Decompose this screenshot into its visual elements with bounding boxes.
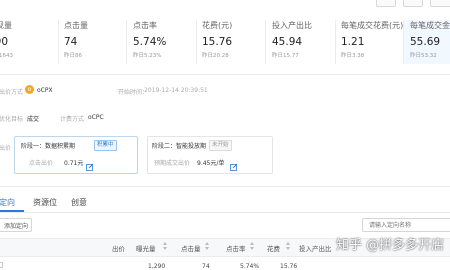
metric-divider <box>335 20 336 64</box>
stage-two-status-badge: 未开始 <box>209 140 232 151</box>
metric-spend[interactable]: 花费(元) 15.76 昨日20.28 <box>202 20 262 64</box>
metric-yesterday: 昨日5.23% <box>133 53 162 59</box>
ocpx-badge-icon: o <box>25 85 34 94</box>
stage-one-bid-value: 0.71元 <box>64 160 84 167</box>
bid-method-label: 出价方式 <box>0 89 24 96</box>
metric-label: 投入产出比 <box>272 21 312 30</box>
metric-divider <box>265 20 266 64</box>
metric-value: 45.94 <box>272 36 303 48</box>
metric-label: 点击率 <box>133 21 157 30</box>
column-header-bid[interactable]: 出价 <box>112 243 125 253</box>
metric-yesterday: 昨日1643 <box>0 53 13 59</box>
column-header-ctr[interactable]: 点击率 <box>226 243 246 253</box>
sort-icon[interactable] <box>163 242 167 252</box>
bid-section-label: 出价 <box>0 145 12 152</box>
metric-ctr[interactable]: 点击率 5.74% 昨日5.23% <box>133 20 193 64</box>
tab-placements[interactable]: 资源位 <box>33 197 57 208</box>
metric-value: 5.74% <box>133 36 167 48</box>
metric-divider <box>58 20 59 64</box>
start-time-value: 2019-12-14 20:39:51 <box>144 87 208 94</box>
row-checkbox[interactable] <box>0 262 3 268</box>
sort-icon[interactable] <box>286 242 290 252</box>
stage-two-card: 阶段二：智能投放期 未开始 预期成交出价 9.45元/单 <box>147 136 273 174</box>
cell-clicks: 74 <box>202 263 210 270</box>
section-divider <box>0 74 450 75</box>
metric-yesterday: 昨日15.77 <box>272 53 299 59</box>
metric-value: 290 <box>0 36 9 48</box>
bid-method-value: oCPX <box>37 87 53 94</box>
optimization-goal-value: 成交 <box>27 116 40 123</box>
cell-ctr: 5.74% <box>240 263 260 270</box>
metric-label: 实现量 <box>0 21 12 30</box>
billing-method-label: 计费方式 <box>60 116 85 123</box>
metric-value: 1.21 <box>341 36 365 48</box>
metrics-row: 实现量 290 昨日1643 点击量 74 昨日86 点击率 5.74% 昨日5… <box>0 20 450 64</box>
metric-label: 每笔成交花费(元) <box>341 21 404 30</box>
metric-roi[interactable]: 投入产出比 45.94 昨日15.77 <box>272 20 334 64</box>
edit-bid-icon[interactable] <box>230 156 238 171</box>
billing-method-value: oCPC <box>88 114 104 121</box>
metric-divider <box>403 20 404 64</box>
top-action-button-1[interactable] <box>376 0 396 7</box>
metric-yesterday: 昨日3.38 <box>341 53 365 59</box>
watermark: 知乎 @拼多多开店 <box>336 238 445 253</box>
tab-creatives[interactable]: 创意 <box>71 197 87 208</box>
metric-label: 花费(元) <box>202 21 233 30</box>
metric-value: 74 <box>64 36 78 48</box>
metric-divider <box>196 20 197 64</box>
metric-value: 55.69 <box>410 36 441 48</box>
metric-divider <box>126 20 127 64</box>
stage-one-bid-label: 点击出价 <box>29 160 54 167</box>
stage-two-title: 阶段二：智能投放期 <box>152 143 207 150</box>
column-header-clicks[interactable]: 点击量 <box>181 243 201 253</box>
metric-yesterday: 昨日20.28 <box>202 53 229 59</box>
top-action-button-3[interactable] <box>430 0 450 7</box>
stage-one-title: 阶段一：数据积累期 <box>21 143 76 150</box>
stage-one-status-badge: 积累中 <box>94 140 117 151</box>
add-targeting-label: 添加定向 <box>3 222 28 230</box>
tabs-divider <box>0 212 450 213</box>
metric-value: 15.76 <box>202 36 233 48</box>
stage-two-bid-value: 9.45元/单 <box>197 160 225 167</box>
metric-order-amount[interactable]: 每笔成交金额 55.69 昨日53.32 <box>404 20 450 64</box>
tab-targeting[interactable]: 定向 <box>0 197 15 208</box>
stage-one-card: 阶段一：数据积累期 积累中 点击出价 0.71元 <box>14 136 138 174</box>
metric-impressions[interactable]: 实现量 290 昨日1643 <box>0 20 48 64</box>
metric-yesterday: 昨日86 <box>64 53 82 59</box>
top-action-button-2[interactable] <box>403 0 423 7</box>
cell-impressions: 1,290 <box>148 263 166 270</box>
sort-icon[interactable] <box>250 242 254 252</box>
sort-icon[interactable] <box>205 242 209 252</box>
metric-yesterday: 昨日53.32 <box>410 53 437 59</box>
metric-label: 点击量 <box>64 21 88 30</box>
metric-clicks[interactable]: 点击量 74 昨日86 <box>64 20 120 64</box>
section-divider <box>0 186 450 187</box>
column-header-impressions[interactable]: 曝光量 <box>136 243 156 253</box>
metric-label: 每笔成交金额 <box>410 21 450 30</box>
column-header-roi[interactable]: 投入产出比 <box>299 243 332 253</box>
targeting-search-input[interactable] <box>362 218 450 232</box>
cell-spend: 15.76 <box>280 263 298 270</box>
column-header-spend[interactable]: 花费 <box>267 243 280 253</box>
add-targeting-button[interactable]: 添加定向 <box>0 218 32 232</box>
stage-two-bid-label: 预期成交出价 <box>154 160 191 167</box>
optimization-goal-label: 优化目标 <box>0 116 24 123</box>
metric-cost-per-order[interactable]: 每笔成交花费(元) 1.21 昨日3.38 <box>341 20 404 64</box>
edit-bid-icon[interactable] <box>86 156 94 171</box>
